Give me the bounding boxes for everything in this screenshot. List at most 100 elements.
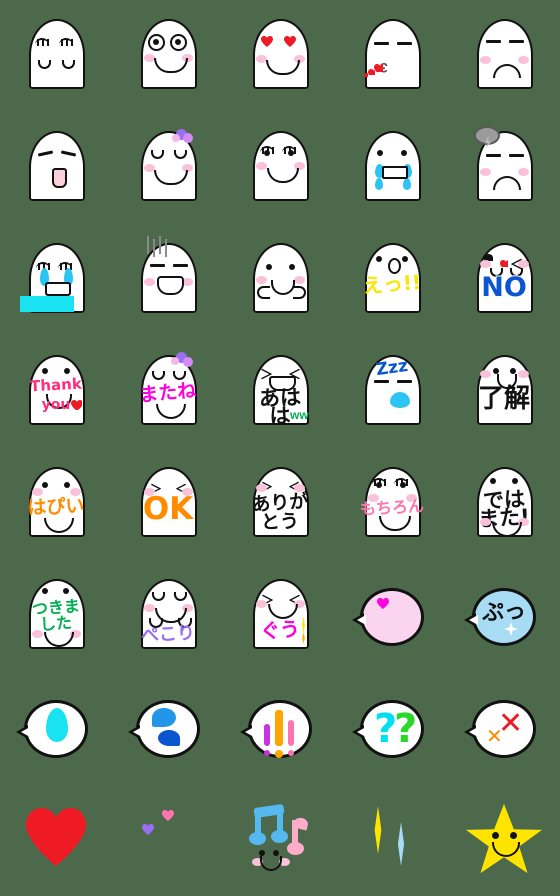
gloom-line: [165, 239, 167, 257]
sticker-cell-blob-heart-eyes[interactable]: [224, 0, 336, 112]
sticker-cell-blob-ahaha[interactable]: ＞＜あはは ww: [224, 336, 336, 448]
right-line-eye: [397, 380, 412, 383]
sticker-cell-blob-arigatou[interactable]: ＞＜ありがとう: [224, 448, 336, 560]
left-eye: [266, 264, 272, 270]
sticker-art: はぴい: [8, 456, 104, 552]
sticker-art: ??: [344, 680, 440, 776]
left-cheek: [144, 604, 155, 612]
drop-icon-1: [152, 708, 176, 727]
sticker-cell-blob-crying-tears[interactable]: [336, 112, 448, 224]
right-cheek: [518, 56, 529, 64]
sticker-cell-blob-dewamata[interactable]: では また!: [448, 448, 560, 560]
blob-body: [365, 19, 421, 89]
sticker-cell-blob-depressed-lines[interactable]: [112, 224, 224, 336]
red-heart-icon: [26, 808, 86, 866]
drool-bubble: [390, 392, 410, 408]
right-eye: [400, 482, 406, 488]
sticker-art: [120, 792, 216, 888]
blob-body: [477, 19, 533, 89]
sticker-art: では また!: [456, 456, 552, 552]
sticker-text: は: [269, 403, 291, 429]
sticker-cell-bubble-x-marks[interactable]: ✕ ✕: [448, 672, 560, 784]
note-smile: [260, 856, 282, 871]
sticker-cell-blob-surprised-etsu[interactable]: えっ!!: [336, 224, 448, 336]
sticker-cell-blob-pekori[interactable]: ぺこり: [112, 560, 224, 672]
left-eye: [264, 150, 270, 156]
sticker-cell-blob-guu[interactable]: ＞＜ぐう: [224, 560, 336, 672]
sticker-cell-blob-sobbing-waterfall[interactable]: [0, 224, 112, 336]
purple-heart-icon: [142, 824, 174, 853]
sticker-cell-blob-sad-frown[interactable]: [448, 0, 560, 112]
gloom-line: [147, 236, 149, 254]
pink-heart-icon: [162, 810, 192, 838]
sticker-cell-blob-gloomy-cloud[interactable]: [448, 112, 560, 224]
sticker-cell-bubble-two-drops[interactable]: [112, 672, 224, 784]
x-mark-2: ✕: [486, 724, 503, 748]
sticker-cell-blob-sparkle-eyes-smile[interactable]: [224, 112, 336, 224]
sticker-cell-icon-sparkle-diamonds[interactable]: [336, 784, 448, 896]
star-right-eye: [510, 832, 517, 839]
right-eye: [401, 150, 407, 156]
left-cheek: [256, 276, 267, 284]
sticker-text: ぐう: [259, 616, 301, 644]
blue-diamond-icon: [397, 822, 405, 866]
sticker-text: NO: [480, 272, 528, 303]
sticker-cell-bubble-sweat-drop[interactable]: [0, 672, 112, 784]
sticker-art: 了解: [456, 344, 552, 440]
sticker-art: またね: [120, 344, 216, 440]
sticker-art: ＞＜ OK: [120, 456, 216, 552]
sticker-cell-blob-happy-hapii[interactable]: はぴい: [0, 448, 112, 560]
sticker-cell-icon-music-notes[interactable]: [224, 784, 336, 896]
left-eye: [377, 150, 383, 156]
tear-puddle: [20, 296, 74, 312]
blob-body: [29, 19, 85, 89]
sticker-art: ＞＜あはは ww: [232, 344, 328, 440]
sticker-art: [120, 680, 216, 776]
sticker-cell-bubble-exclamations[interactable]: [224, 672, 336, 784]
right-big-eye: [170, 34, 187, 51]
sticker-text: you: [41, 397, 71, 413]
sticker-cell-blob-big-eyes-smile[interactable]: [112, 0, 224, 112]
sticker-cell-blob-tsukimashita[interactable]: つきま した: [0, 560, 112, 672]
left-cheek: [480, 56, 491, 64]
sticker-art: ぷっ: [456, 568, 552, 664]
sticker-cell-blob-open-mouth-pink[interactable]: [0, 112, 112, 224]
sticker-art: [8, 680, 104, 776]
sticker-cell-blob-kiss-hearts[interactable]: 3: [336, 0, 448, 112]
sticker-cell-blob-shy-hands[interactable]: [224, 224, 336, 336]
left-cheek: [480, 370, 491, 378]
sticker-art: [232, 792, 328, 888]
left-cheek: [480, 518, 491, 526]
sticker-cell-icon-smiling-star[interactable]: [448, 784, 560, 896]
right-line-eye: [173, 264, 188, 267]
sticker-cell-blob-no[interactable]: ＜ NO: [448, 224, 560, 336]
sticker-cell-blob-sleepy-closed-eyes[interactable]: [0, 0, 112, 112]
sticker-cell-blob-ok[interactable]: ＞＜ OK: [112, 448, 224, 560]
left-line-eye: [374, 42, 389, 45]
sticker-cell-blob-ryoukai[interactable]: 了解: [448, 336, 560, 448]
sticker-cell-bubble-questions[interactable]: ??: [336, 672, 448, 784]
sticker-art: つきま した: [8, 568, 104, 664]
sticker-art: [344, 568, 440, 664]
sticker-art: [8, 792, 104, 888]
sticker-cell-blob-matane[interactable]: またね: [112, 336, 224, 448]
sticker-cell-blob-mochiron[interactable]: もちろん: [336, 448, 448, 560]
sticker-art: [120, 232, 216, 328]
sticker-art: えっ!!: [344, 232, 440, 328]
sticker-cell-blob-thank-you[interactable]: Thank you: [0, 336, 112, 448]
sticker-cell-bubble-putt[interactable]: ぷっ: [448, 560, 560, 672]
right-cheek: [518, 168, 529, 176]
sticker-art: [8, 120, 104, 216]
pink-note-head: [287, 842, 304, 855]
sticker-cell-blob-flower-crown-happy[interactable]: [112, 112, 224, 224]
gloom-line: [153, 239, 155, 257]
sticker-art: [344, 792, 440, 888]
sticker-cell-blob-sleeping-zzz[interactable]: Zzz: [336, 336, 448, 448]
left-eye: [490, 478, 496, 484]
left-cheek: [256, 162, 267, 170]
sticker-cell-icon-two-hearts[interactable]: [112, 784, 224, 896]
sticker-cell-bubble-magenta-heart[interactable]: [336, 560, 448, 672]
right-cheek: [518, 370, 529, 378]
sticker-cell-icon-red-heart[interactable]: [0, 784, 112, 896]
sticker-art: ＞＜ありがとう: [232, 456, 328, 552]
